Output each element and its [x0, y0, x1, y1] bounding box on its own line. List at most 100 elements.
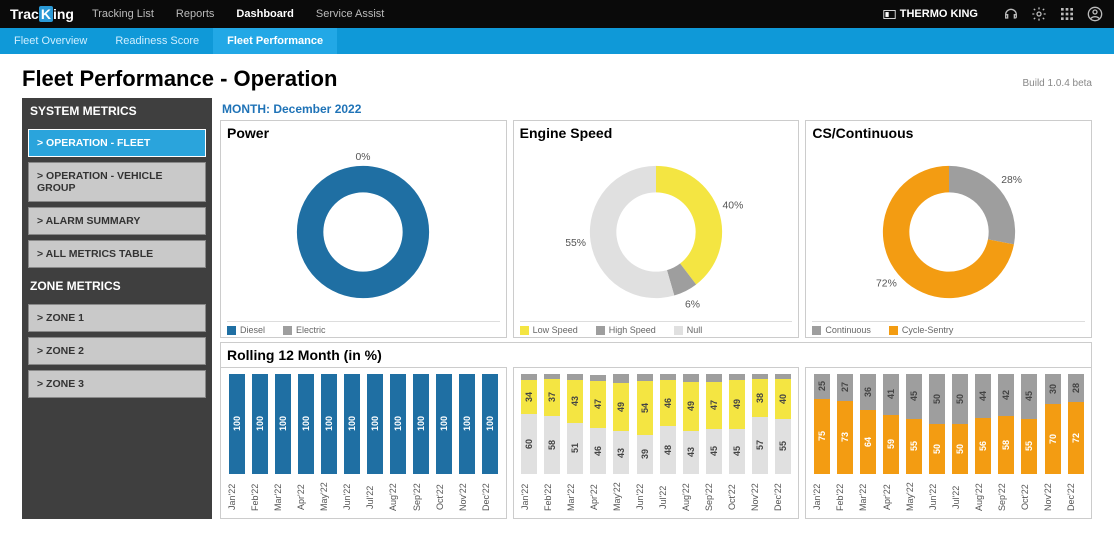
bar-group: 100100100100100100100100100100100100	[225, 374, 502, 474]
bar-segment: 100	[275, 374, 291, 474]
topnav-item-service-assist[interactable]: Service Assist	[316, 8, 384, 20]
bar-segment: 48	[660, 426, 676, 474]
topnav-item-reports[interactable]: Reports	[176, 8, 215, 20]
legend-item: Diesel	[227, 325, 265, 335]
sidebar-system-item-2[interactable]: > ALARM SUMMARY	[28, 207, 206, 235]
x-label: Dec'22	[481, 478, 500, 516]
bar-stack: 100	[413, 374, 429, 474]
x-label: Oct'22	[1020, 478, 1039, 516]
topnav-item-dashboard[interactable]: Dashboard	[236, 8, 293, 20]
topnav-item-tracking-list[interactable]: Tracking List	[92, 8, 154, 20]
donut-chart: 28%72%	[812, 143, 1085, 321]
bar-stack: 5050	[929, 374, 945, 474]
bar-segment: 41	[883, 374, 899, 415]
bar-segment: 39	[637, 435, 653, 474]
subnav-item-fleet-performance[interactable]: Fleet Performance	[213, 28, 337, 54]
brand-label: THERMO KING	[883, 8, 978, 21]
bar-stack: 4555	[906, 374, 922, 474]
svg-text:0%: 0%	[356, 152, 371, 163]
bar-segment: 34	[521, 380, 537, 414]
month-label: MONTH: December 2022	[220, 98, 1092, 120]
bar-stack: 100	[390, 374, 406, 474]
bar-stack: 100	[482, 374, 498, 474]
bar-segment: 58	[998, 416, 1014, 474]
x-label: Jan'22	[812, 478, 831, 516]
bar-stack: 100	[275, 374, 291, 474]
x-label: Apr'22	[882, 478, 901, 516]
sidebar-zone-item-2[interactable]: > ZONE 3	[28, 370, 206, 398]
bar-segment	[637, 374, 653, 381]
bar-stack: 100	[367, 374, 383, 474]
sidebar-zone-item-0[interactable]: > ZONE 1	[28, 304, 206, 332]
sidebar-system-item-3[interactable]: > ALL METRICS TABLE	[28, 240, 206, 268]
x-label: Jun'22	[635, 478, 654, 516]
support-icon[interactable]	[1002, 5, 1020, 23]
gear-icon[interactable]	[1030, 5, 1048, 23]
bar-segment: 100	[459, 374, 475, 474]
build-label: Build 1.0.4 beta	[1023, 78, 1093, 89]
x-label: Oct'22	[435, 478, 454, 516]
bar-segment: 37	[544, 379, 560, 416]
bar-segment: 50	[952, 374, 968, 424]
legend-item: Low Speed	[520, 325, 578, 335]
user-icon[interactable]	[1086, 5, 1104, 23]
legend-item: High Speed	[596, 325, 656, 335]
bar-group: 2575277336644159455550505050445642584555…	[810, 374, 1087, 474]
donut-card-1: Engine Speed40%6%55%Low SpeedHigh SpeedN…	[513, 120, 800, 338]
bar-segment: 45	[706, 429, 722, 474]
apps-icon[interactable]	[1058, 5, 1076, 23]
bar-segment: 27	[837, 374, 853, 401]
bar-segment: 44	[975, 374, 991, 418]
rolling-row: 100100100100100100100100100100100100Jan'…	[220, 367, 1092, 519]
bar-segment: 42	[998, 374, 1014, 416]
bar-segment: 58	[544, 416, 560, 474]
x-label: May'22	[319, 478, 338, 516]
donut-card-2: CS/Continuous28%72%ContinuousCycle-Sentr…	[805, 120, 1092, 338]
donut-card-0: Power0%DieselElectric	[220, 120, 507, 338]
page-body: Fleet Performance - Operation Build 1.0.…	[0, 54, 1114, 548]
bar-segment: 100	[482, 374, 498, 474]
logo-text-a: Trac	[10, 6, 39, 22]
bar-segment: 51	[567, 423, 583, 474]
bar-stack: 4351	[567, 374, 583, 474]
sidebar-zone-item-1[interactable]: > ZONE 2	[28, 337, 206, 365]
bar-segment: 59	[883, 415, 899, 474]
x-label: Mar'22	[858, 478, 877, 516]
x-label: Aug'22	[681, 478, 700, 516]
bar-segment: 60	[521, 414, 537, 474]
x-label: May'22	[612, 478, 631, 516]
bar-segment: 54	[637, 381, 653, 435]
x-label: Jan'22	[520, 478, 539, 516]
legend-item: Electric	[283, 325, 326, 335]
bar-segment: 28	[1068, 374, 1084, 402]
bar-stack: 100	[321, 374, 337, 474]
donut-row: Power0%DieselElectricEngine Speed40%6%55…	[220, 120, 1092, 338]
chart-title: Engine Speed	[520, 125, 793, 141]
bar-stack: 100	[252, 374, 268, 474]
sidebar-system-item-0[interactable]: > OPERATION - FLEET	[28, 129, 206, 157]
chart-legend: ContinuousCycle-Sentry	[812, 321, 1085, 335]
bar-stack: 5439	[637, 374, 653, 474]
svg-text:40%: 40%	[723, 201, 744, 212]
subnav-item-readiness-score[interactable]: Readiness Score	[101, 28, 213, 54]
bar-segment: 46	[660, 380, 676, 426]
svg-text:55%: 55%	[566, 238, 586, 249]
chart-legend: Low SpeedHigh SpeedNull	[520, 321, 793, 335]
svg-text:6%: 6%	[685, 299, 700, 310]
bar-segment	[706, 374, 722, 382]
bar-stack: 4648	[660, 374, 676, 474]
x-label: Mar'22	[273, 478, 292, 516]
sidebar-system-title: SYSTEM METRICS	[22, 98, 212, 124]
bar-stack: 4258	[998, 374, 1014, 474]
sidebar-system-item-1[interactable]: > OPERATION - VEHICLE GROUP	[28, 162, 206, 202]
bar-stack: 3758	[544, 374, 560, 474]
subnav-item-fleet-overview[interactable]: Fleet Overview	[0, 28, 101, 54]
bar-segment: 75	[814, 399, 830, 474]
bar-segment: 45	[1021, 374, 1037, 419]
logo-text-b: K	[39, 6, 53, 22]
app-logo: TracKing	[10, 6, 74, 22]
rolling-card-2: 2575277336644159455550505050445642584555…	[805, 367, 1092, 519]
svg-text:28%: 28%	[1001, 175, 1022, 186]
bar-stack: 4943	[613, 374, 629, 474]
rolling-card-0: 100100100100100100100100100100100100Jan'…	[220, 367, 507, 519]
